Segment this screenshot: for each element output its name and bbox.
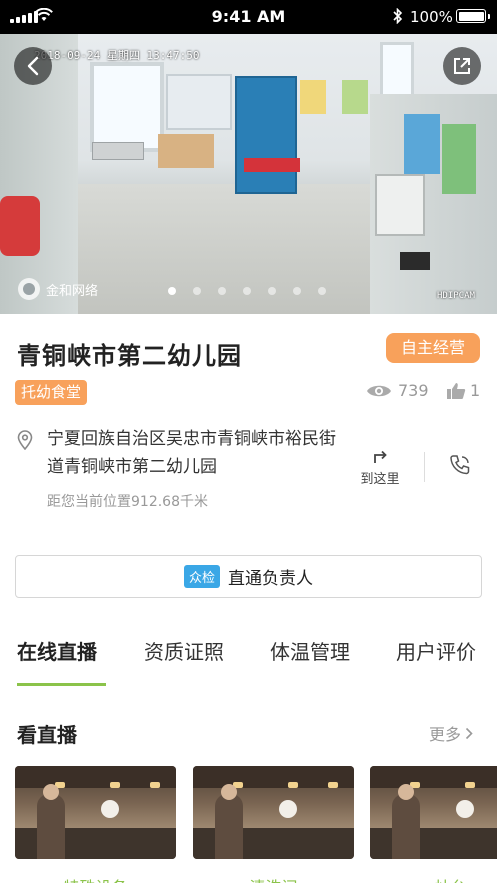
school-address: 宁夏回族自治区吴忠市青铜峡市裕民街道青铜峡市第二幼儿园 [47, 429, 336, 477]
contact-badge: 众检 [183, 565, 220, 588]
contact-manager-button[interactable]: 众检 直通负责人 [15, 555, 482, 598]
call-button[interactable] [448, 453, 472, 481]
contact-label: 直通负责人 [228, 569, 313, 589]
carousel-dot[interactable] [293, 287, 301, 295]
divider [424, 452, 425, 482]
battery-percent: 100% [410, 8, 453, 26]
more-link[interactable]: 更多 [429, 721, 473, 745]
carousel-dot[interactable] [218, 287, 226, 295]
eye-icon [367, 385, 391, 396]
status-bar: 9:41 AM 100% [0, 0, 497, 34]
phone-icon [450, 455, 470, 475]
carousel-dot[interactable] [193, 287, 201, 295]
navigate-button[interactable]: 到这里 [355, 448, 405, 487]
turn-right-icon [374, 450, 387, 463]
live-thumbnails: 特殊设备 清洗间 灶台 [15, 766, 497, 883]
distance-text: 距您当前位置912.68千米 [47, 494, 208, 510]
active-tab-indicator [17, 683, 106, 686]
back-button[interactable] [14, 47, 52, 85]
camera-timestamp: 2018-09-24 星期四 13:47:50 [34, 49, 200, 62]
live-thumbnail[interactable] [370, 766, 497, 859]
live-thumbnail-label[interactable]: 清洗间 [193, 874, 354, 883]
live-camera-hero[interactable]: 2018-09-24 星期四 13:47:50 金和网络 HDIPCAM [0, 34, 497, 314]
camera-brand: 金和网络 [18, 278, 98, 300]
share-button[interactable] [443, 47, 481, 85]
carousel-dots[interactable] [168, 287, 326, 295]
battery-icon [456, 9, 490, 23]
carousel-dot[interactable] [268, 287, 276, 295]
live-thumbnail[interactable] [15, 766, 176, 859]
bluetooth-icon [393, 7, 403, 28]
tab-reviews[interactable]: 用户评价 [396, 636, 476, 665]
live-thumbnail-label[interactable]: 特殊设备 [15, 874, 176, 883]
view-count-value: 739 [398, 381, 429, 400]
carousel-dot[interactable] [243, 287, 251, 295]
like-button[interactable]: 1 [446, 381, 480, 400]
share-icon [454, 58, 470, 74]
tab-licenses[interactable]: 资质证照 [144, 636, 224, 665]
location-pin-icon [17, 430, 33, 450]
like-count: 1 [470, 381, 481, 400]
operation-mode-badge: 自主经营 [386, 333, 480, 363]
tab-temperature[interactable]: 体温管理 [270, 636, 350, 665]
thumbs-up-icon [447, 382, 466, 399]
tab-live[interactable]: 在线直播 [17, 636, 97, 665]
tab-bar: 在线直播 资质证照 体温管理 用户评价 [0, 636, 497, 686]
live-thumbnail-label[interactable]: 灶台 [370, 874, 497, 883]
chevron-right-icon [465, 727, 473, 739]
carousel-dot[interactable] [168, 287, 176, 295]
view-count: 739 [366, 381, 429, 400]
camera-tag: HDIPCAM [437, 291, 475, 301]
chevron-left-icon [27, 56, 39, 76]
brand-logo-icon [18, 278, 40, 300]
more-label: 更多 [429, 725, 462, 744]
carousel-dot[interactable] [318, 287, 326, 295]
live-thumbnail[interactable] [193, 766, 354, 859]
navigate-label: 到这里 [360, 472, 400, 487]
brand-label: 金和网络 [46, 283, 99, 299]
school-name: 青铜峡市第二幼儿园 [17, 342, 242, 370]
section-title: 看直播 [17, 723, 77, 747]
category-tag: 托幼食堂 [15, 380, 88, 405]
app-screen: 9:41 AM 100% 2018-09-24 星期四 13:47:50 金和网… [0, 0, 497, 883]
